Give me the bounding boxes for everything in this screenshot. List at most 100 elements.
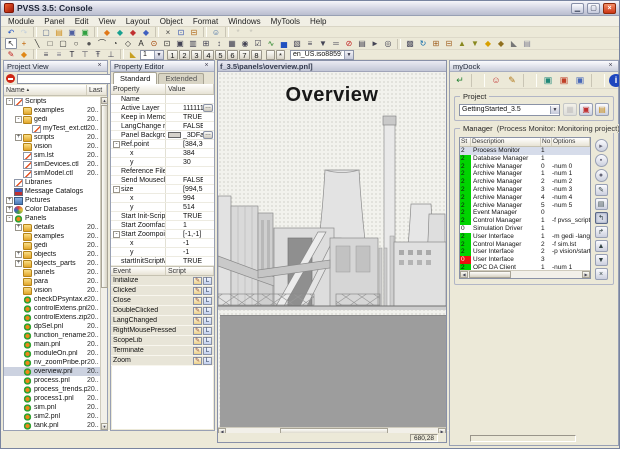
save-button[interactable]: ▣ <box>66 27 78 38</box>
button-widget[interactable]: ▣ <box>174 38 186 49</box>
expander-icon[interactable] <box>15 368 22 375</box>
user-button[interactable]: ☺ <box>210 27 222 38</box>
console-module-icon[interactable]: ▣ <box>557 74 571 87</box>
rounded-rect-tool[interactable]: ▢ <box>57 38 69 49</box>
select-tool[interactable]: ↖ <box>5 38 17 49</box>
module-db-button[interactable]: ◆ <box>140 27 152 38</box>
menu-item[interactable]: Panel <box>39 17 69 26</box>
expander-icon[interactable] <box>113 177 120 184</box>
layer-button[interactable]: 1 <box>167 50 178 60</box>
edit-config-icon[interactable]: ✎ <box>505 74 519 87</box>
layer-extra-button[interactable]: * <box>276 50 285 60</box>
expander-icon[interactable] <box>15 242 22 249</box>
copy-button[interactable]: ⊡ <box>175 27 187 38</box>
expander-icon[interactable] <box>122 195 129 202</box>
menu-item[interactable]: Windows <box>223 17 265 26</box>
expander-icon[interactable] <box>15 341 22 348</box>
project-combo[interactable]: GettingStarted_3.5 ▼ <box>459 104 560 116</box>
expander-icon[interactable] <box>15 422 22 429</box>
catch-tool[interactable]: + <box>18 38 30 49</box>
tree-item[interactable]: - gedi 20.. <box>4 115 100 124</box>
scroll-up-icon[interactable]: ▲ <box>101 97 108 104</box>
edit-script-button[interactable]: ✎ <box>193 337 202 345</box>
expander-icon[interactable]: - <box>6 98 13 105</box>
script-library-button[interactable]: L <box>203 317 212 325</box>
ink-tool[interactable]: ◣ <box>127 49 139 60</box>
tab-standard[interactable]: Standard <box>113 72 157 84</box>
event-row[interactable]: RightMousePressed ✎ L <box>111 326 214 336</box>
paste-button[interactable]: ⊟ <box>188 27 200 38</box>
edit-script-button[interactable]: ✎ <box>193 307 202 315</box>
event-row[interactable]: Zoom ✎ L <box>111 356 214 366</box>
event-row[interactable]: ScopeLib ✎ L <box>111 336 214 346</box>
expander-icon[interactable] <box>15 278 22 285</box>
expander-icon[interactable] <box>113 105 120 112</box>
expander-icon[interactable] <box>15 395 22 402</box>
redo-button[interactable]: ↷ <box>18 27 30 38</box>
encoding-combo[interactable]: en_US.iso88591 ▼ <box>290 50 354 60</box>
expander-icon[interactable] <box>113 114 120 121</box>
tree-item[interactable]: tank.pnl 20.. <box>4 421 100 430</box>
tree-item[interactable]: examples 20.. <box>4 106 100 115</box>
tree-item[interactable]: function_rename.pnl 20.. <box>4 331 100 340</box>
tree-item[interactable]: checkDPsyntax.exclude 20.. <box>4 295 100 304</box>
delete-manager-button[interactable]: × <box>595 268 608 280</box>
tree-item[interactable]: panels 20.. <box>4 268 100 277</box>
layer-button[interactable]: 5 <box>215 50 226 60</box>
expander-icon[interactable] <box>113 213 120 220</box>
tree-item[interactable]: + objects 20.. <box>4 250 100 259</box>
edit-script-button[interactable]: ✎ <box>193 317 202 325</box>
tree-item[interactable]: + Pictures <box>4 196 100 205</box>
stop-manager-button[interactable]: ▪ <box>595 154 608 167</box>
undo-button[interactable]: ↶ <box>5 27 17 38</box>
manager-row[interactable]: 0 Simulation Driver 1 <box>460 225 590 233</box>
property-row[interactable]: - size [994,514] … <box>111 185 214 194</box>
rectangle-tool[interactable]: □ <box>44 38 56 49</box>
tree-item[interactable]: + scripts 20.. <box>4 133 100 142</box>
gedi-window-title[interactable]: f_3.5\panels\overview.pnl] <box>218 61 446 72</box>
progress-widget[interactable]: ═ <box>330 38 342 49</box>
property-row[interactable]: startInitScriptMode TRUE … <box>111 257 214 266</box>
expander-icon[interactable] <box>6 179 13 186</box>
marker-tool[interactable]: ◆ <box>18 49 30 60</box>
edit-script-button[interactable]: ✎ <box>193 357 202 365</box>
tree-item[interactable]: moduleOn.pnl 20.. <box>4 349 100 358</box>
info-icon[interactable]: i <box>609 74 620 87</box>
scroll-thumb[interactable] <box>101 105 108 288</box>
tree-item[interactable]: Message Catalogs <box>4 187 100 196</box>
layer-combo[interactable]: 1 ▼ <box>140 50 164 60</box>
tree-item[interactable]: process.pnl 20.. <box>4 376 100 385</box>
combo-widget[interactable]: ▼ <box>317 38 329 49</box>
property-row[interactable]: Name … <box>111 95 214 104</box>
expander-icon[interactable] <box>113 222 120 229</box>
cut-button[interactable]: × <box>162 27 174 38</box>
tree-item[interactable]: dpSel.pnl 20.. <box>4 322 100 331</box>
manager-horizontal-scrollbar[interactable]: ◀ ▶ <box>460 270 590 278</box>
tree-item[interactable]: + details 20.. <box>4 223 100 232</box>
property-row[interactable]: Start Zoomfactor 1 … <box>111 221 214 230</box>
property-row[interactable]: y 30 … <box>111 158 214 167</box>
expander-icon[interactable] <box>15 107 22 114</box>
table-widget[interactable]: ▦ <box>226 38 238 49</box>
scroll-right-icon[interactable]: ▶ <box>582 271 590 278</box>
gedi-module-icon[interactable]: ▣ <box>541 74 555 87</box>
manager-properties-button[interactable]: ✎ <box>595 184 608 196</box>
layer-button[interactable]: 8 <box>251 50 262 60</box>
close-icon[interactable]: × <box>202 62 211 71</box>
property-row[interactable]: - Start Zoompoint [-1,-1] … <box>111 230 214 239</box>
script-library-button[interactable]: L <box>203 307 212 315</box>
manager-row[interactable]: 2 User Interface 1 -m gedi -lang en_U <box>460 233 590 241</box>
expander-icon[interactable] <box>15 404 22 411</box>
event-row[interactable]: Clicked ✎ L <box>111 286 214 296</box>
property-row[interactable]: x -1 … <box>111 239 214 248</box>
tree-item[interactable]: nv_zoomPribe.pnl 20.. <box>4 358 100 367</box>
expander-icon[interactable]: - <box>15 116 22 123</box>
tree-item[interactable]: examples 20.. <box>4 232 100 241</box>
frame-widget[interactable]: ⊡ <box>161 38 173 49</box>
expander-icon[interactable]: - <box>113 186 120 193</box>
expander-icon[interactable] <box>15 233 22 240</box>
circle-tool[interactable]: ● <box>83 38 95 49</box>
menu-item[interactable]: Help <box>305 17 331 26</box>
expander-icon[interactable] <box>15 350 22 357</box>
expander-icon[interactable] <box>15 161 22 168</box>
